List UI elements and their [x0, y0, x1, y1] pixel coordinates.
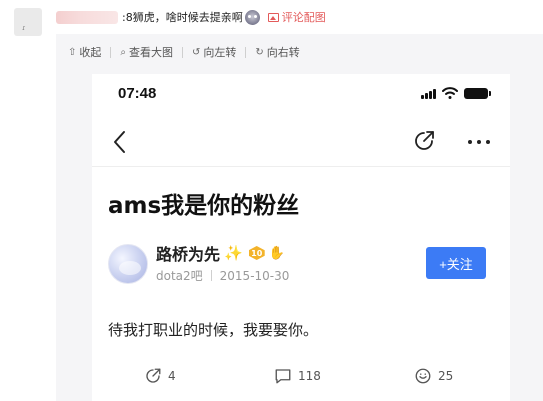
toolbar-divider [245, 46, 247, 58]
status-icons [421, 87, 491, 99]
phone-screenshot: 07:48 ams我是你的粉丝 路桥为先 ✨ 10 ✋ dota2吧 2015-… [92, 74, 510, 401]
author-avatar[interactable] [108, 244, 148, 284]
page: ɾ : 8狮虎，啥时候去提亲啊 评论配图 ⇧ 收起 ⌕ 查看大图 ↺ 向左转 ↻ [0, 0, 543, 401]
wifi-icon [442, 87, 458, 99]
rotate-right-label: 向右转 [266, 46, 300, 59]
username-redacted[interactable] [56, 10, 118, 24]
sparkle-icon: ✨ [224, 244, 243, 262]
image-icon [267, 12, 279, 22]
comment-action[interactable]: 118 [274, 367, 321, 385]
avatar-glyph: ɾ [22, 24, 26, 32]
rotate-left-icon: ↺ [192, 46, 201, 58]
search-icon: ⌕ [120, 46, 126, 58]
toolbar-divider [110, 46, 112, 58]
emoji-face-icon [244, 9, 260, 25]
collapse-button[interactable]: ⇧ 收起 [66, 44, 103, 60]
view-large-label: 查看大图 [129, 46, 173, 59]
like-action[interactable]: 25 [414, 367, 453, 385]
like-face-icon [415, 368, 431, 384]
post-title: ams我是你的粉丝 [108, 193, 300, 219]
forum-name[interactable]: dota2吧 [156, 267, 203, 284]
toolbar-divider [182, 46, 183, 58]
battery-icon [464, 88, 491, 99]
image-comment-link[interactable]: 评论配图 [267, 9, 326, 25]
like-count: 25 [438, 369, 454, 383]
post-date: 2015-10-30 [219, 268, 290, 283]
collapse-label: 收起 [79, 46, 102, 59]
back-arrow-icon[interactable] [112, 130, 126, 154]
more-menu-icon[interactable] [468, 140, 490, 144]
signal-icon [421, 89, 436, 99]
share-action[interactable]: 4 [144, 367, 176, 385]
nav-divider [92, 166, 510, 167]
follow-button[interactable]: +关注 [426, 247, 486, 279]
rotate-right-button[interactable]: ↻ 向右转 [253, 44, 301, 60]
collapse-up-icon: ⇧ [68, 46, 77, 58]
share-count: 4 [168, 369, 176, 383]
comment-line: : 8狮虎，啥时候去提亲啊 评论配图 [56, 8, 326, 26]
hands-badge-icon: ✋ [268, 245, 285, 261]
post-body: 待我打职业的时候，我要娶你。 [108, 321, 319, 339]
view-large-button[interactable]: ⌕ 查看大图 [118, 44, 175, 60]
author-name[interactable]: 路桥为先 [156, 241, 220, 265]
share-icon[interactable] [412, 129, 436, 153]
comment-icon [275, 369, 291, 384]
commenter-avatar[interactable]: ɾ [14, 8, 42, 36]
author-meta: dota2吧 2015-10-30 [156, 267, 289, 284]
post-actions: 4 118 25 [92, 367, 510, 389]
rotate-right-icon: ↻ [255, 46, 264, 58]
status-time: 07:48 [118, 85, 157, 102]
level-badge: 10 [248, 246, 265, 260]
comment-count: 118 [298, 369, 321, 383]
rotate-left-button[interactable]: ↺ 向左转 [190, 44, 238, 60]
share-count-icon [146, 368, 161, 383]
image-toolbar: ⇧ 收起 ⌕ 查看大图 ↺ 向左转 ↻ 向右转 [66, 40, 302, 64]
image-comment-label: 评论配图 [281, 11, 326, 24]
meta-divider [210, 270, 212, 281]
comment-text: 8狮虎，啥时候去提亲啊 [125, 11, 243, 24]
author-name-row: 路桥为先 ✨ 10 ✋ [156, 241, 285, 265]
rotate-left-label: 向左转 [203, 46, 237, 59]
